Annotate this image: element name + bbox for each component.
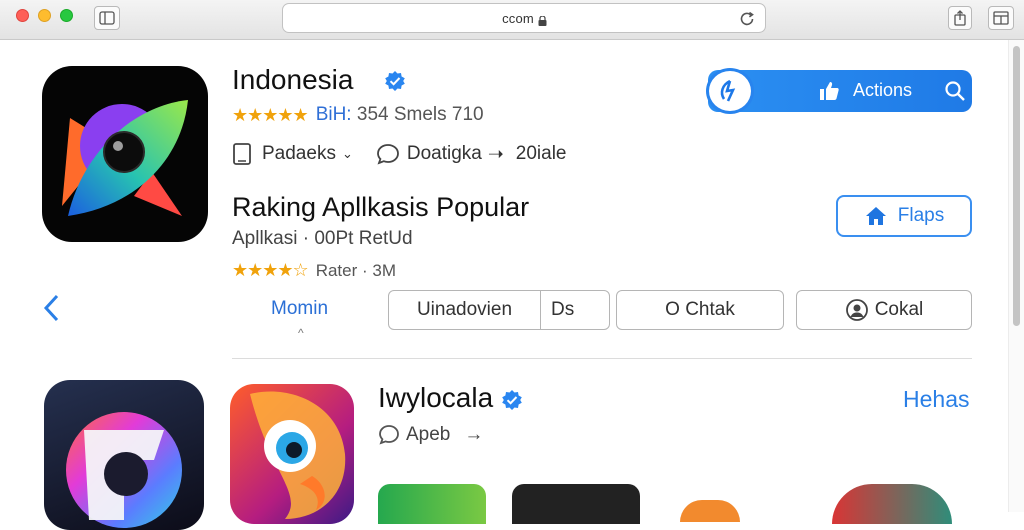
rating-prefix: BiH: <box>315 104 352 125</box>
address-bar[interactable]: ccom <box>282 3 766 33</box>
section-divider <box>232 358 972 359</box>
tabs-icon <box>993 11 1009 25</box>
flaps-button[interactable]: Flaps <box>836 195 972 237</box>
segment-ds[interactable]: Ds <box>541 299 574 321</box>
share-button[interactable] <box>948 6 972 30</box>
lock-icon <box>538 14 547 26</box>
show-tabs-button[interactable] <box>988 6 1014 30</box>
cokal-label: Cokal <box>874 299 924 320</box>
home-icon <box>865 207 886 225</box>
caret-up-icon: ^ <box>298 326 304 340</box>
flaps-label: Flaps <box>897 205 945 226</box>
app-icon-3[interactable] <box>230 384 354 524</box>
rating-stars: ★★★★★ <box>232 104 309 125</box>
tablet-icon <box>233 143 251 165</box>
vertical-scrollbar[interactable] <box>1008 40 1024 512</box>
check-button[interactable]: O Chtak <box>616 290 784 330</box>
url-text: ccom <box>502 10 534 26</box>
sidebar-toggle-button[interactable] <box>94 6 120 30</box>
app-icon-2-graphic <box>66 412 182 528</box>
app-tile-red[interactable] <box>832 484 952 524</box>
info-item-20iale[interactable]: 20iale <box>516 143 567 165</box>
app2-link[interactable]: Hehas <box>903 386 969 413</box>
share-icon <box>954 10 966 26</box>
section-rating-stars: ★★★★☆ <box>232 260 309 280</box>
app-info-row: Padaeks ⌄ Doatigka ➝ 20iale <box>232 142 573 166</box>
app-tile-dark[interactable] <box>512 484 640 524</box>
app-icon-indonesia[interactable] <box>42 66 208 242</box>
segment-uinadovien[interactable]: Uinadovien <box>389 291 541 329</box>
user-circle-icon <box>845 299 868 321</box>
verified-badge-icon <box>502 390 522 410</box>
tab-momin[interactable]: Momin <box>271 298 328 320</box>
app-title: Indonesia <box>232 64 354 95</box>
section-rating: ★★★★☆ Rater · 3M <box>232 260 396 281</box>
browser-toolbar: ccom <box>0 0 1024 40</box>
section-subtitle: Apllkasi · 00Pt RetUd <box>232 228 413 249</box>
segmented-control[interactable]: Uinadovien Ds <box>388 290 610 330</box>
chat-bubble-icon <box>376 144 399 165</box>
thumbs-up-icon <box>820 82 839 100</box>
app2-title: Iwylocala <box>378 382 494 413</box>
info-item-doatigka[interactable]: Doatigka <box>407 143 482 165</box>
minimize-window-button[interactable] <box>38 9 51 22</box>
zoom-window-button[interactable] <box>60 9 73 22</box>
app-icon-2[interactable] <box>44 380 204 530</box>
app-logo-graphic <box>62 100 188 216</box>
check-label: O Chtak <box>665 299 735 320</box>
app2-sub[interactable]: Apeb <box>406 424 450 446</box>
app-tile-green[interactable] <box>378 484 486 524</box>
chevron-left-icon[interactable] <box>40 292 64 324</box>
arrow-right-icon[interactable]: → <box>464 424 483 446</box>
app2-meta: Apeb → <box>378 424 483 446</box>
section-title: Raking Apllkasis Popular <box>232 192 530 222</box>
chat-bubble-icon <box>379 425 399 445</box>
cokal-button[interactable]: Cokal <box>796 290 972 330</box>
search-icon[interactable] <box>944 80 966 102</box>
info-item-padaeks[interactable]: Padaeks <box>262 143 336 165</box>
rating-text: 354 Smels 710 <box>356 104 484 125</box>
app-rating: ★★★★★ BiH: 354 Smels 710 <box>232 104 484 126</box>
section-rating-text: Rater · 3M <box>315 260 396 280</box>
arrow-right-icon: ➝ <box>487 143 504 165</box>
app-icon-3-graphic <box>250 391 346 519</box>
sidebar-icon <box>99 11 115 25</box>
app-tile-orange[interactable] <box>680 500 740 522</box>
action-bar[interactable]: Actions <box>706 68 972 114</box>
reload-icon[interactable] <box>737 9 757 29</box>
actions-label[interactable]: Actions <box>853 80 912 101</box>
close-window-button[interactable] <box>16 9 29 22</box>
scroll-thumb[interactable] <box>1013 46 1020 326</box>
app-logo-icon <box>706 68 754 114</box>
verified-badge-icon <box>385 71 405 91</box>
chevron-down-icon[interactable]: ⌄ <box>342 146 353 162</box>
